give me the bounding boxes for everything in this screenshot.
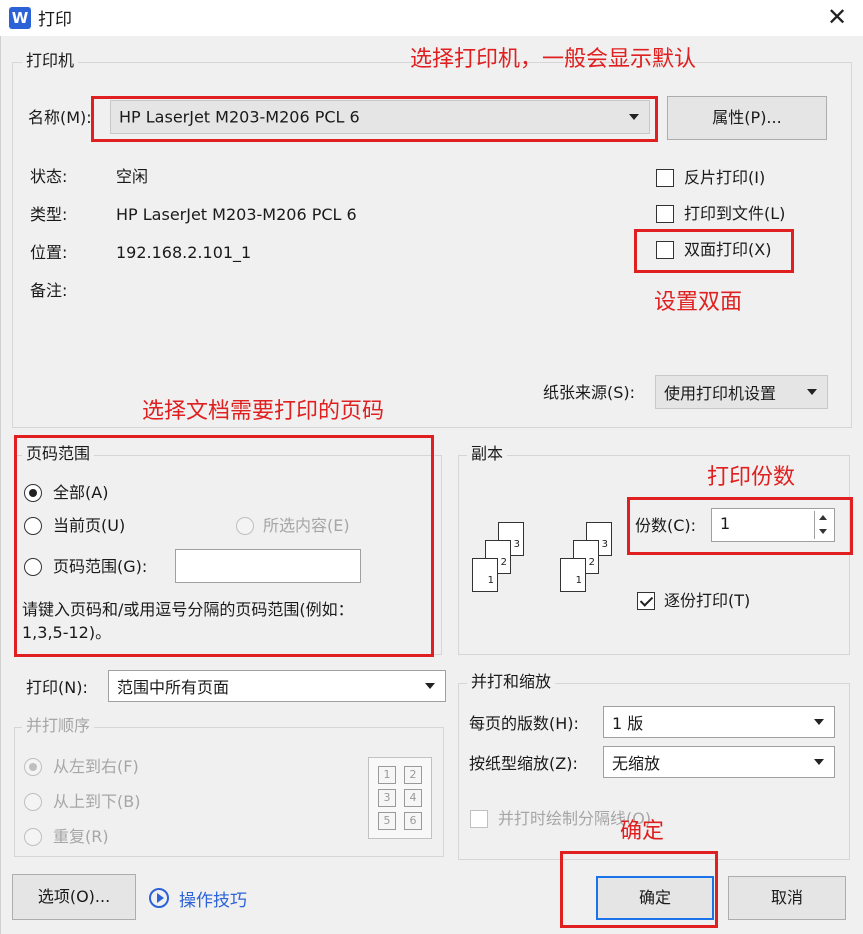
scale-label: 按纸型缩放(Z):: [469, 754, 578, 773]
annotation-select-pages: 选择文档需要打印的页码: [142, 399, 385, 424]
annotation-page-range-box: [14, 435, 434, 657]
annotation-ok-box: [560, 851, 718, 928]
print-what-label: 打印(N):: [26, 678, 88, 697]
type-label: 类型:: [30, 205, 68, 224]
print-what-select[interactable]: 范围中所有页面: [108, 670, 446, 702]
printer-name-label: 名称(M):: [28, 108, 92, 127]
order-top-bottom-radio: [24, 793, 42, 811]
comment-label: 备注:: [30, 281, 68, 300]
print-what-value: 范围中所有页面: [117, 678, 230, 697]
location-label: 位置:: [30, 243, 68, 262]
grid-cell: 5: [378, 812, 396, 830]
order-top-bottom-label: 从上到下(B): [53, 792, 141, 811]
window-title: 打印: [38, 10, 72, 30]
title-bar: W 打印 ✕: [0, 0, 863, 36]
grid-cell: 2: [404, 766, 422, 784]
copies-legend: 副本: [467, 444, 508, 464]
tips-link[interactable]: 操作技巧: [179, 886, 247, 911]
print-to-file-label[interactable]: 打印到文件(L): [684, 203, 785, 225]
grid-cell: 4: [404, 789, 422, 807]
order-repeat-radio: [24, 828, 42, 846]
chevron-down-icon: [425, 683, 435, 689]
reverse-print-label[interactable]: 反片打印(I): [684, 167, 765, 189]
chevron-down-icon: [814, 759, 824, 765]
grid-cell: 6: [404, 812, 422, 830]
type-value: HP LaserJet M203-M206 PCL 6: [116, 205, 357, 224]
play-circle-icon[interactable]: [149, 888, 169, 908]
annotation-duplex-box: [634, 229, 794, 273]
print-order-legend: 并打顺序: [22, 716, 95, 736]
pages-per-sheet-value: 1 版: [612, 714, 644, 733]
reverse-print-checkbox[interactable]: [656, 169, 674, 187]
location-value: 192.168.2.101_1: [116, 243, 252, 262]
order-left-right-radio: [24, 758, 42, 776]
zoom-legend: 并打和缩放: [467, 672, 556, 692]
cancel-button[interactable]: 取消: [728, 876, 846, 920]
pages-per-sheet-label: 每页的版数(H):: [469, 714, 579, 733]
grid-cell: 3: [378, 789, 396, 807]
annotation-set-duplex: 设置双面: [654, 290, 743, 315]
annotation-copies-count: 打印份数: [707, 465, 796, 490]
paper-source-select[interactable]: 使用打印机设置: [655, 375, 828, 409]
annotation-confirm: 确定: [620, 819, 665, 844]
collate-pages-icon: 3 2 1: [558, 520, 620, 602]
copy-page-1: 1: [560, 558, 586, 592]
annotation-select-printer: 选择打印机，一般会显示默认: [410, 47, 697, 72]
status-value: 空闲: [116, 167, 149, 186]
options-button[interactable]: 选项(O)...: [12, 874, 136, 920]
close-icon[interactable]: ✕: [822, 2, 852, 32]
collate-label[interactable]: 逐份打印(T): [664, 590, 750, 612]
printer-group-legend: 打印机: [22, 51, 79, 71]
annotation-printer-box: [91, 96, 658, 142]
chevron-down-icon: [814, 719, 824, 725]
status-label: 状态:: [30, 167, 68, 186]
pages-per-sheet-select[interactable]: 1 版: [603, 706, 835, 738]
paper-source-label: 纸张来源(S):: [543, 383, 636, 402]
annotation-copies-box: [627, 497, 853, 555]
properties-button[interactable]: 属性(P)...: [667, 96, 827, 140]
print-to-file-checkbox[interactable]: [656, 205, 674, 223]
collate-pages-icon: 3 2 1: [470, 520, 532, 602]
wps-logo-icon: W: [9, 7, 31, 29]
collate-checkbox[interactable]: [637, 592, 655, 610]
order-repeat-label: 重复(R): [53, 827, 109, 846]
scale-select[interactable]: 无缩放: [603, 746, 835, 778]
order-grid-icon: 1 2 3 4 5 6: [368, 757, 432, 839]
draw-borders-checkbox: [470, 810, 488, 828]
grid-cell: 1: [378, 766, 396, 784]
chevron-down-icon: [807, 389, 817, 395]
order-left-right-label: 从左到右(F): [53, 757, 139, 776]
scale-value: 无缩放: [612, 754, 661, 773]
copy-page-1: 1: [472, 558, 498, 592]
paper-source-value: 使用打印机设置: [664, 384, 777, 403]
